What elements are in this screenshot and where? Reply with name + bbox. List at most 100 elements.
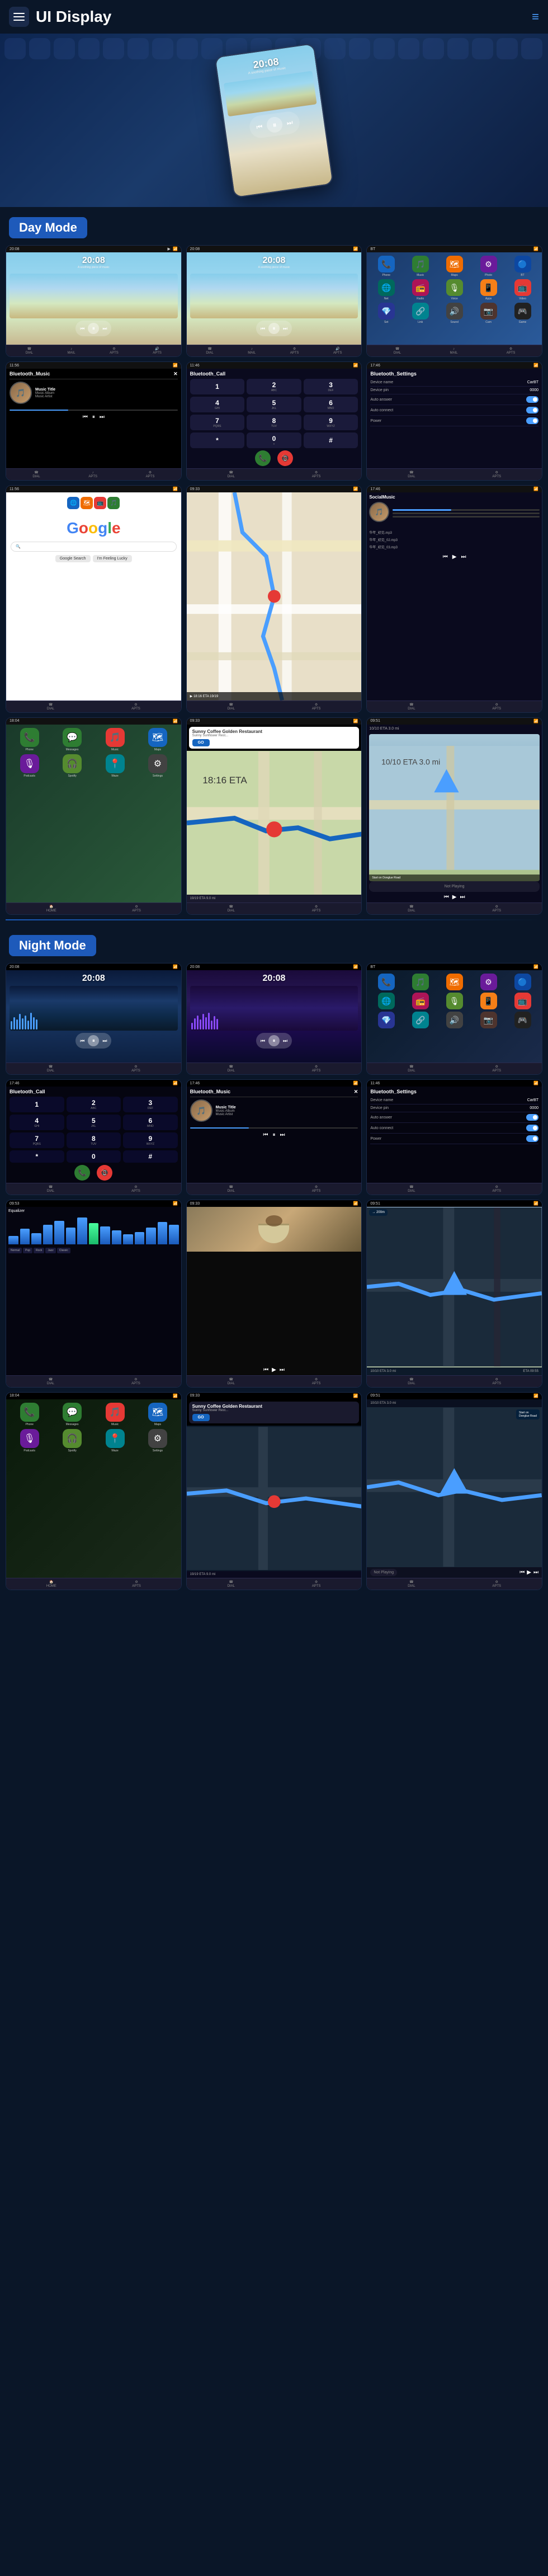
carplay-podcast[interactable]: 🎙 Podcasts	[10, 754, 49, 778]
nav-music[interactable]: ♪MAIL	[68, 347, 75, 355]
night-app-12[interactable]: 🔗	[404, 1012, 436, 1028]
night-dial-8[interactable]: 8TUV	[67, 1132, 121, 1148]
np-prev[interactable]: ⏮	[444, 894, 449, 900]
app-icon-12[interactable]: 🔗 Link	[404, 303, 436, 324]
settings-nav-apts[interactable]: ⚙APTS	[492, 471, 501, 478]
food-play[interactable]: ▶	[272, 1367, 276, 1373]
social-prev[interactable]: ⏮	[443, 554, 448, 560]
play-btn-2[interactable]: ⏸	[268, 323, 280, 334]
night-nav-apts-2[interactable]: ⚙APTS	[312, 1065, 321, 1073]
nav-3-mail[interactable]: ♪MAIL	[450, 347, 457, 355]
bt-nav-apts[interactable]: ⚙APTS	[146, 471, 155, 478]
night-next-2[interactable]: ⏭	[283, 1038, 287, 1044]
nav-apts-2a[interactable]: ⚙APTS	[290, 347, 299, 355]
dial-4[interactable]: 4GHI	[190, 397, 245, 412]
social-nav-dial[interactable]: ☎DIAL	[408, 703, 415, 711]
nav-dial[interactable]: ☎DIAL	[26, 347, 33, 355]
night-settings-nav-dial[interactable]: ☎DIAL	[408, 1185, 415, 1193]
call-btn[interactable]: 📞	[255, 450, 271, 466]
night-cp-settings[interactable]: ⚙ Settings	[138, 1429, 177, 1452]
google-search[interactable]: 🔍	[11, 542, 177, 552]
night-dial-7[interactable]: 7PQRS	[10, 1132, 64, 1148]
social-track-3[interactable]: 华年_初见_03.mp3	[369, 544, 540, 549]
go-btn[interactable]: GO	[192, 739, 210, 746]
app-icon-4[interactable]: ⚙ Photo	[473, 256, 504, 277]
night-power-toggle[interactable]	[526, 1135, 538, 1142]
night-road-map-nav-dial[interactable]: ☎DIAL	[408, 1580, 415, 1588]
night-settings-nav-apts[interactable]: ⚙APTS	[492, 1185, 501, 1193]
next-btn[interactable]: ⏭	[102, 326, 107, 332]
app-icon-1[interactable]: 📞 Phone	[370, 256, 402, 277]
night-nav-dial-3[interactable]: ☎DIAL	[408, 1065, 415, 1073]
night-dial-5[interactable]: 5JKL	[67, 1115, 121, 1130]
night-cp-spotify[interactable]: 🎧 Spotify	[52, 1429, 92, 1452]
night-road-play[interactable]: ▶	[527, 1569, 531, 1576]
social-track-2[interactable]: 华年_初见_02.mp3	[369, 537, 540, 542]
night-app-6[interactable]: 🌐	[370, 993, 402, 1009]
bt-next[interactable]: ⏭	[100, 414, 105, 420]
hero-play-btn[interactable]: ⏸	[266, 116, 284, 134]
app-icon-13[interactable]: 🔊 Sound	[438, 303, 470, 324]
np-nav-apts[interactable]: ⚙APTS	[492, 905, 501, 913]
eq-nav-apts[interactable]: ⚙APTS	[131, 1378, 140, 1385]
night-dial-3[interactable]: 3DEF	[123, 1097, 178, 1112]
app-icon-14[interactable]: 📷 Cam	[473, 303, 504, 324]
night-app-1[interactable]: 📞	[370, 974, 402, 990]
night-next-1[interactable]: ⏭	[102, 1038, 107, 1044]
night-hangup-btn[interactable]: 📵	[97, 1165, 112, 1181]
night-nav-dial-2[interactable]: ☎DIAL	[228, 1065, 235, 1073]
night-road-next[interactable]: ⏭	[533, 1569, 538, 1576]
np-next[interactable]: ⏭	[460, 894, 465, 900]
play-btn[interactable]: ⏸	[88, 323, 99, 334]
food-next[interactable]: ⏭	[280, 1367, 285, 1373]
app-icon-8[interactable]: 🎙 Voice	[438, 279, 470, 300]
dial-2[interactable]: 2ABC	[247, 379, 301, 394]
call-nav-dial[interactable]: ☎DIAL	[228, 471, 235, 478]
carplay-waze[interactable]: 📍 Waze	[95, 754, 135, 778]
night-nav-apts-1[interactable]: ⚙APTS	[131, 1065, 140, 1073]
night-dial-4[interactable]: 4GHI	[10, 1115, 64, 1130]
night-app-10[interactable]: 📺	[507, 993, 538, 1009]
app-icon-11[interactable]: 💎 Set	[370, 303, 402, 324]
nav-apts-2b[interactable]: 🔊APTS	[333, 347, 342, 355]
road-nav-apts[interactable]: ⚙APTS	[492, 1378, 501, 1385]
night-play-1[interactable]: ⏸	[88, 1035, 99, 1046]
google-search-btn[interactable]: Google Search	[55, 555, 91, 562]
night-cp-nav-home[interactable]: 🏠HOME	[46, 1580, 56, 1588]
social-nav-apts[interactable]: ⚙APTS	[492, 703, 501, 711]
dial-3[interactable]: 3DEF	[304, 379, 358, 394]
night-play-2[interactable]: ⏸	[268, 1035, 280, 1046]
app-icon-2[interactable]: 🎵 Music	[404, 256, 436, 277]
hang-up-btn[interactable]: 📵	[277, 450, 293, 466]
app-icon-15[interactable]: 🎮 Game	[507, 303, 538, 324]
eq-preset-5[interactable]: Classic	[57, 1248, 70, 1253]
night-app-8[interactable]: 🎙	[438, 993, 470, 1009]
carplay-messages[interactable]: 💬 Messages	[52, 728, 92, 751]
dial-star[interactable]: *	[190, 433, 245, 448]
dial-0[interactable]: 0+	[247, 433, 301, 448]
night-prev-1[interactable]: ⏮	[80, 1038, 84, 1044]
eq-preset-4[interactable]: Jazz	[45, 1248, 55, 1253]
bt-prev[interactable]: ⏮	[83, 414, 88, 420]
social-play[interactable]: ▶	[452, 554, 457, 560]
night-app-3[interactable]: 🗺	[438, 974, 470, 990]
night-bt-nav-apts[interactable]: ⚙APTS	[312, 1185, 321, 1193]
eq-preset-2[interactable]: Pop	[23, 1248, 32, 1253]
nav-3-apts[interactable]: ⚙APTS	[507, 347, 516, 355]
dial-7[interactable]: 7PQRS	[190, 415, 245, 430]
carplay-maps[interactable]: 🗺 Maps	[138, 728, 177, 751]
google-nav-apts[interactable]: ⚙APTS	[131, 703, 140, 711]
night-cp-music[interactable]: 🎵 Music	[95, 1403, 135, 1426]
waze-nav-dial[interactable]: ☎DIAL	[228, 905, 235, 913]
waze-nav-apts[interactable]: ⚙APTS	[312, 905, 321, 913]
night-prev-2[interactable]: ⏮	[261, 1038, 265, 1044]
social-next[interactable]: ⏭	[461, 554, 466, 560]
night-bt-play[interactable]: ⏸	[272, 1132, 275, 1138]
night-app-13[interactable]: 🔊	[438, 1012, 470, 1028]
app-icon-10[interactable]: 📺 Video	[507, 279, 538, 300]
night-app-4[interactable]: ⚙	[473, 974, 504, 990]
night-cp-phone[interactable]: 📞 Phone	[10, 1403, 49, 1426]
night-call-btn[interactable]: 📞	[74, 1165, 90, 1181]
carplay-phone[interactable]: 📞 Phone	[10, 728, 49, 751]
food-nav-apts[interactable]: ⚙APTS	[312, 1378, 321, 1385]
